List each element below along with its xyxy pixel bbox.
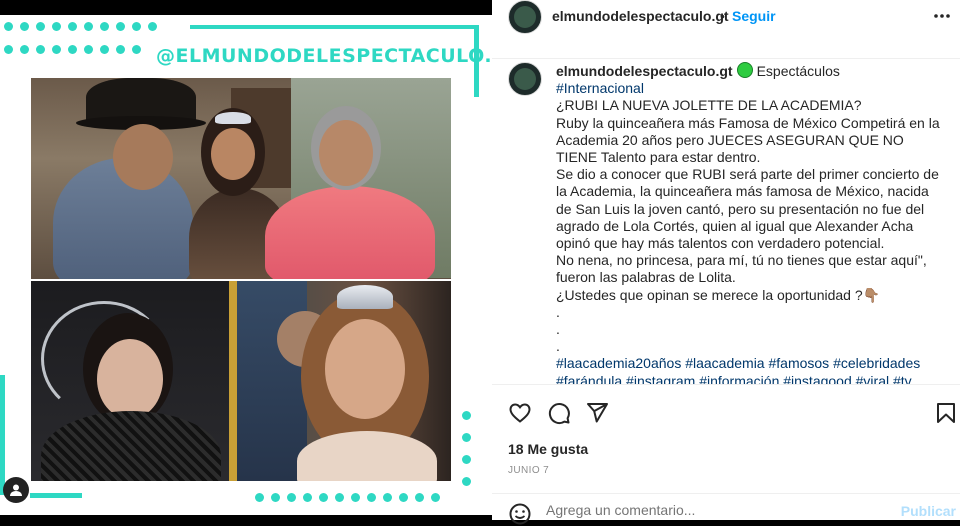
- decor-bar-bottom: [30, 493, 82, 498]
- tagged-users-button[interactable]: [3, 477, 29, 503]
- caption-line: Se dio a conocer que RUBI será parte del…: [556, 166, 939, 252]
- caption-category: Espectáculos: [756, 63, 840, 79]
- photo-family: [31, 78, 451, 279]
- post-actions: 18 Me gusta JUNIO 7 Publicar: [492, 384, 960, 526]
- comment-icon[interactable]: [547, 401, 571, 425]
- more-horizontal-icon[interactable]: [932, 6, 952, 26]
- post-details-panel: elmundodelespectaculo.gt • Seguir elmund…: [492, 0, 960, 526]
- decor-dots-bottom: [255, 493, 447, 502]
- user-icon: [10, 484, 22, 496]
- caption-username[interactable]: elmundodelespectaculo.gt: [556, 63, 733, 79]
- emoji-icon[interactable]: [508, 502, 532, 526]
- publish-button[interactable]: Publicar: [901, 503, 956, 519]
- caption-line: Ruby la quinceañera más Famosa de México…: [556, 114, 940, 166]
- post-media-panel: @ELMUNDODELESPECTACULO.GT: [0, 0, 492, 520]
- caption-line: ¿Ustedes que opinan se merece la oportun…: [556, 286, 881, 303]
- caption-line: .: [556, 321, 560, 338]
- hashtag-link[interactable]: #Internacional: [556, 80, 644, 96]
- caption-line: ¿RUBI LA NUEVA JOLETTE DE LA ACADEMIA?: [556, 97, 862, 114]
- post-header: elmundodelespectaculo.gt • Seguir: [492, 0, 960, 59]
- green-circle-emoji: [736, 62, 753, 78]
- caption-hashtags[interactable]: #laacademia20años #laacademia #famosos #…: [556, 355, 948, 384]
- send-icon[interactable]: [585, 401, 609, 425]
- caption: elmundodelespectaculo.gt Espectáculos #In…: [556, 62, 948, 384]
- heart-icon[interactable]: [508, 401, 532, 425]
- photo-judge: [31, 281, 229, 481]
- comment-input[interactable]: [546, 502, 866, 518]
- decor-dots-right: [462, 411, 478, 486]
- caption-line: No nena, no princesa, para mí, tú no tie…: [556, 252, 927, 286]
- author-avatar[interactable]: [508, 0, 542, 34]
- comment-bar: Publicar: [492, 493, 960, 526]
- like-count[interactable]: 18 Me gusta: [508, 441, 588, 457]
- decor-bar-top-line: [190, 25, 479, 29]
- header-separator: •: [720, 8, 725, 24]
- caption-avatar[interactable]: [508, 62, 542, 96]
- watermark-handle: @ELMUNDODELESPECTACULO.GT: [156, 45, 492, 67]
- bookmark-icon[interactable]: [934, 401, 958, 425]
- follow-button[interactable]: Seguir: [732, 8, 776, 24]
- post-image[interactable]: @ELMUNDODELESPECTACULO.GT: [0, 15, 492, 515]
- photo-divider: [229, 281, 237, 481]
- caption-line: .: [556, 303, 560, 320]
- decor-bar-left: [0, 375, 5, 495]
- decor-dots-mid: [4, 45, 148, 54]
- post-date: JUNIO 7: [508, 465, 550, 476]
- caption-line: .: [556, 338, 560, 355]
- author-username[interactable]: elmundodelespectaculo.gt: [552, 8, 729, 24]
- photo-contestant: [237, 281, 451, 481]
